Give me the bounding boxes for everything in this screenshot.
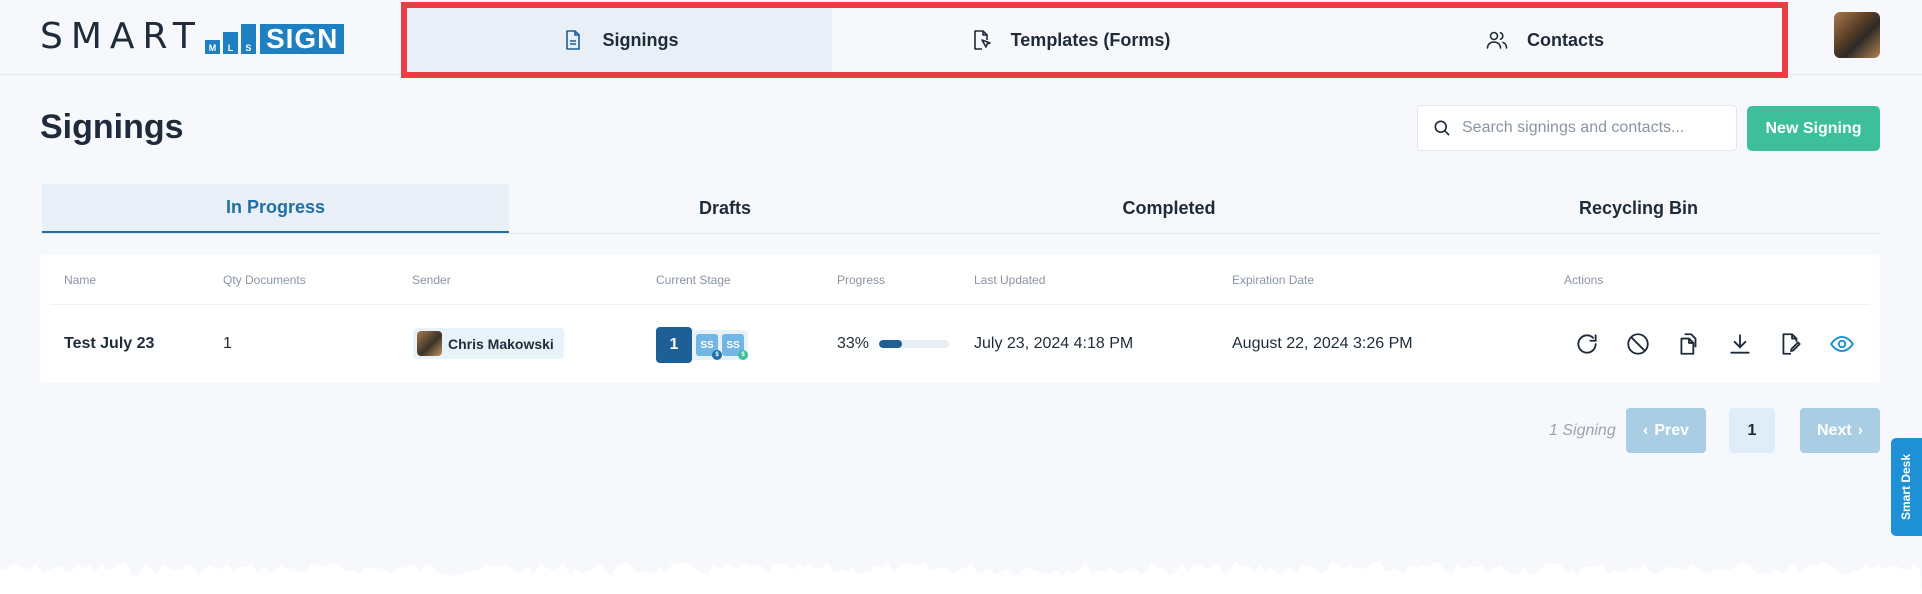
- sender-avatar: [417, 331, 442, 356]
- edit-document-icon: [1782, 333, 1801, 355]
- nav-tab-label: Templates (Forms): [1010, 29, 1171, 50]
- stage-number: 1: [656, 327, 692, 363]
- column-header-sender[interactable]: Sender: [412, 273, 451, 287]
- smart-desk-label: Smart Desk: [1899, 453, 1914, 521]
- column-header-name[interactable]: Name: [64, 273, 96, 287]
- column-header-stage[interactable]: Current Stage: [656, 273, 731, 287]
- signer-status-dot: $: [738, 350, 748, 360]
- page-number-button[interactable]: 1: [1729, 408, 1775, 453]
- progress-bar-fill: [879, 340, 903, 348]
- progress-bar: [879, 340, 950, 348]
- refresh-icon: [1577, 334, 1597, 354]
- tab-in-progress[interactable]: In Progress: [42, 184, 509, 233]
- current-stage: 1 SS $ SS $: [656, 327, 748, 363]
- top-bar: SMART M L S SIGN Signings Templates (For…: [0, 0, 1922, 78]
- table-header: Name Qty Documents Sender Current Stage …: [50, 255, 1870, 305]
- signing-name[interactable]: Test July 23: [64, 335, 154, 353]
- search-box[interactable]: [1417, 105, 1737, 151]
- view-icon: [1830, 335, 1854, 353]
- prev-page-button[interactable]: ‹ Prev: [1626, 408, 1706, 453]
- document-icon: [565, 30, 580, 50]
- column-header-last-updated[interactable]: Last Updated: [974, 273, 1045, 287]
- document-pointer-icon: [973, 30, 991, 50]
- smart-mls-sign-logo[interactable]: SMART M L S SIGN: [40, 15, 345, 57]
- download-icon: [1730, 334, 1750, 354]
- void-button[interactable]: [1623, 329, 1653, 359]
- last-updated: July 23, 2024 4:18 PM: [974, 335, 1134, 352]
- next-label: Next: [1816, 421, 1852, 439]
- qty-documents: 1: [223, 335, 232, 352]
- new-signing-button[interactable]: New Signing: [1747, 106, 1880, 151]
- tab-recycling-bin[interactable]: Recycling Bin: [1397, 184, 1880, 233]
- resend-button[interactable]: [1572, 329, 1602, 359]
- torn-edge-decoration: [0, 562, 1922, 594]
- logo-smart-text: SMART: [40, 15, 203, 57]
- edit-signing-button[interactable]: [1776, 329, 1806, 359]
- chevron-right-icon: ›: [1857, 421, 1863, 439]
- progress: 33%: [837, 335, 950, 353]
- cancel-icon: [1627, 333, 1649, 355]
- view-button[interactable]: [1827, 329, 1857, 359]
- signer-initials: SS: [726, 339, 740, 351]
- column-header-progress[interactable]: Progress: [837, 273, 885, 287]
- main-nav-highlight: Signings Templates (Forms) Contacts: [401, 2, 1788, 78]
- nav-tab-label: Contacts: [1526, 29, 1604, 50]
- search-icon: [1434, 120, 1450, 136]
- table-row[interactable]: Test July 23 1 Chris Makowski 1 SS $ SS …: [40, 305, 1880, 383]
- signer-badges: SS $ SS $: [692, 330, 748, 360]
- logo-mls-l: L: [222, 32, 238, 54]
- result-count: 1 Signing: [1549, 422, 1616, 439]
- progress-percent: 33%: [837, 335, 870, 352]
- nav-tab-templates[interactable]: Templates (Forms): [832, 8, 1307, 72]
- nav-tab-label: Signings: [602, 29, 679, 50]
- status-tabs: In Progress Drafts Completed Recycling B…: [42, 184, 1880, 234]
- download-button[interactable]: [1725, 329, 1755, 359]
- logo-mls-s: S: [240, 24, 256, 54]
- sender-name: Chris Makowski: [448, 335, 554, 352]
- row-actions: [1572, 329, 1857, 359]
- nav-tab-contacts[interactable]: Contacts: [1307, 8, 1782, 72]
- chevron-left-icon: ‹: [1642, 421, 1649, 439]
- users-icon: [1486, 31, 1508, 49]
- logo-sign-text: SIGN: [259, 24, 345, 54]
- tab-completed[interactable]: Completed: [941, 184, 1397, 233]
- column-header-qty[interactable]: Qty Documents: [223, 273, 306, 287]
- signer-status-dot: $: [712, 350, 722, 360]
- expiration-date: August 22, 2024 3:26 PM: [1232, 335, 1413, 352]
- signer-badge: SS $: [722, 334, 748, 360]
- column-header-actions: Actions: [1564, 273, 1604, 287]
- copy-document-icon: [1680, 333, 1697, 355]
- search-input[interactable]: [1462, 119, 1722, 137]
- nav-tab-signings[interactable]: Signings: [407, 8, 832, 72]
- signings-table: Name Qty Documents Sender Current Stage …: [40, 255, 1880, 383]
- next-page-button[interactable]: Next ›: [1800, 408, 1880, 453]
- user-avatar[interactable]: [1834, 12, 1880, 58]
- tab-drafts[interactable]: Drafts: [509, 184, 941, 233]
- signer-initials: SS: [700, 339, 714, 351]
- sender-chip: Chris Makowski: [413, 328, 564, 359]
- prev-label: Prev: [1654, 421, 1690, 439]
- page-title: Signings: [40, 108, 184, 146]
- logo-mls-m: M: [204, 40, 220, 54]
- logo-mls-bars: M L S: [204, 18, 256, 54]
- column-header-expiration[interactable]: Expiration Date: [1232, 273, 1314, 287]
- signer-badge: SS $: [696, 334, 722, 360]
- smart-desk-tab[interactable]: Smart Desk: [1891, 438, 1922, 536]
- duplicate-button[interactable]: [1674, 329, 1704, 359]
